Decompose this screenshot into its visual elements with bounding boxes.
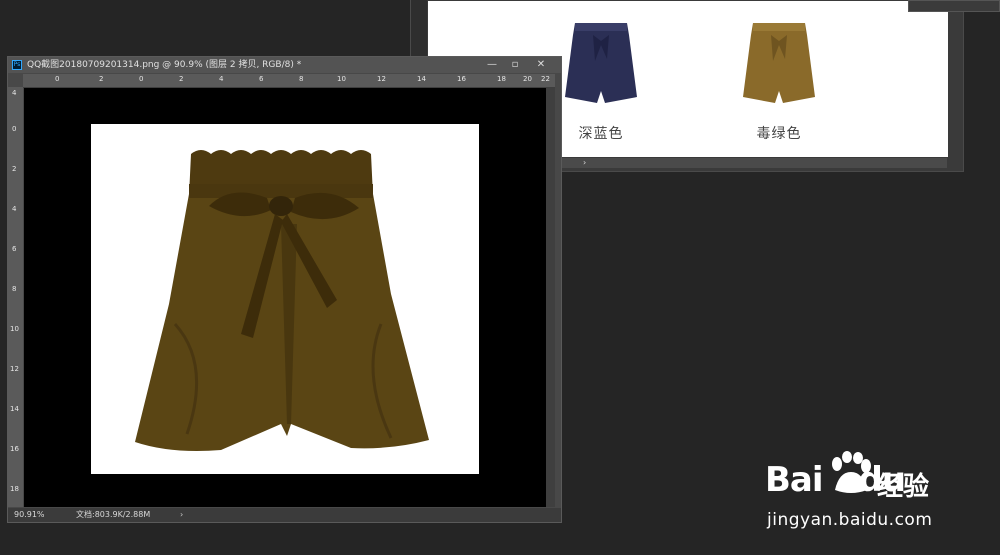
panel-tab-strip[interactable] [908,0,1000,12]
zoom-level[interactable]: 90.91% [14,508,45,522]
ruler-tick: 8 [299,75,304,83]
ruler-tick: 4 [12,89,17,97]
ruler-tick: 18 [497,75,506,83]
document-canvas[interactable] [24,88,546,507]
swatch-caption-navy: 深蓝色 [578,126,624,142]
olive-shorts-thumbnail [743,23,815,103]
ruler-tick: 10 [337,75,346,83]
ruler-tick: 16 [457,75,466,83]
ruler-tick: 0 [12,125,17,133]
image-layer[interactable] [91,124,479,474]
ruler-tick: 0 [139,75,144,83]
ruler-tick: 14 [10,405,19,413]
horizontal-ruler[interactable]: 0 2 0 2 4 6 8 10 12 14 16 18 20 22 [23,74,555,88]
vertical-ruler[interactable]: 4 0 2 4 6 8 10 12 14 16 18 [8,87,23,507]
ruler-tick: 16 [10,445,19,453]
ruler-tick: 12 [377,75,386,83]
watermark-brand-bai: Bai [765,460,824,500]
ruler-tick: 6 [259,75,264,83]
document-title: QQ截图20180709201314.png @ 90.9% (图层 2 拷贝,… [27,60,302,70]
ruler-tick: 18 [10,485,19,493]
ruler-tick: 2 [179,75,184,83]
scroll-arrow-icon[interactable]: › [583,158,586,168]
ruler-tick: 2 [99,75,104,83]
ruler-tick: 4 [12,205,17,213]
status-menu-arrow-icon[interactable]: › [180,508,183,522]
photoshop-icon: Ps [12,60,22,70]
horizontal-scrollbar[interactable]: › [561,158,947,168]
close-button[interactable]: ✕ [530,57,552,73]
ruler-tick: 4 [219,75,224,83]
watermark-cn: 经验 [877,472,930,502]
maximize-button[interactable]: ▫ [504,57,526,73]
ruler-tick: 14 [417,75,426,83]
ruler-tick: 6 [12,245,17,253]
ruler-tick: 20 [523,75,532,83]
ruler-tick: 2 [12,165,17,173]
ruler-tick: 10 [10,325,19,333]
ruler-tick: 8 [12,285,17,293]
document-window[interactable]: Ps QQ截图20180709201314.png @ 90.9% (图层 2 … [7,56,562,523]
ruler-tick: 0 [55,75,60,83]
vertical-scrollbar[interactable] [546,88,555,507]
paw-logo-icon [832,451,871,493]
swatch-navy: 深蓝色 [556,17,646,143]
swatch-olive: 毒绿色 [734,17,824,143]
document-size: 文档:803.9K/2.88M [76,510,151,519]
shorts-image [135,150,429,451]
ruler-tick: 22 [541,75,550,83]
document-statusbar: 90.91% 文档:803.9K/2.88M › [8,508,561,522]
navy-shorts-thumbnail [565,23,637,103]
ruler-tick: 12 [10,365,19,373]
watermark-url: jingyan.baidu.com [767,510,933,530]
document-titlebar[interactable]: Ps QQ截图20180709201314.png @ 90.9% (图层 2 … [8,57,561,73]
swatch-caption-olive: 毒绿色 [756,126,802,142]
baidu-jingyan-watermark: Bai du 经验 jingyan.baidu.com [765,448,965,538]
minimize-button[interactable]: — [481,57,503,73]
